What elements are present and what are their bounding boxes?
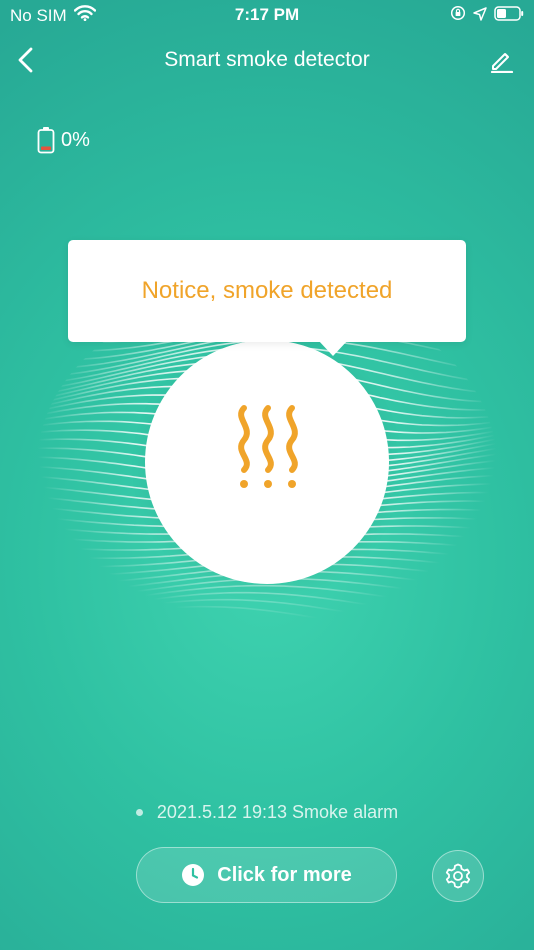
status-bar: No SIM 7:17 PM	[0, 0, 534, 34]
last-alarm: 2021.5.12 19:13 Smoke alarm	[0, 802, 534, 823]
device-battery-label: 0%	[61, 128, 90, 151]
status-right	[450, 5, 524, 26]
clock-icon	[181, 863, 205, 887]
battery-icon	[494, 5, 524, 26]
last-alarm-text: 2021.5.12 19:13 Smoke alarm	[156, 802, 399, 822]
location-icon	[473, 6, 487, 26]
device-battery-icon	[37, 127, 55, 154]
gear-icon	[445, 863, 471, 889]
orientation-lock-icon	[450, 5, 466, 26]
edit-button[interactable]	[488, 46, 516, 74]
detector-status-circle	[145, 340, 389, 584]
pencil-icon	[490, 53, 514, 73]
settings-button[interactable]	[432, 850, 484, 902]
click-for-more-button[interactable]: Click for more	[136, 847, 397, 903]
smoke-notice-popup: Notice, smoke detected	[68, 240, 466, 356]
smoke-icon	[238, 405, 298, 488]
alarm-dot	[135, 809, 143, 816]
page-title: Smart smoke detector	[164, 48, 370, 71]
notice-text: Notice, smoke detected	[141, 277, 393, 304]
device-battery: 0%	[37, 126, 90, 154]
smoke-detector-screen: No SIM 7:17 PM Smart smoke detector 0% N…	[0, 0, 534, 950]
nav-bar: Smart smoke detector	[0, 36, 534, 84]
wave-line	[19, 605, 513, 639]
click-for-more-label: Click for more	[217, 863, 352, 886]
notice-arrow	[318, 340, 348, 356]
